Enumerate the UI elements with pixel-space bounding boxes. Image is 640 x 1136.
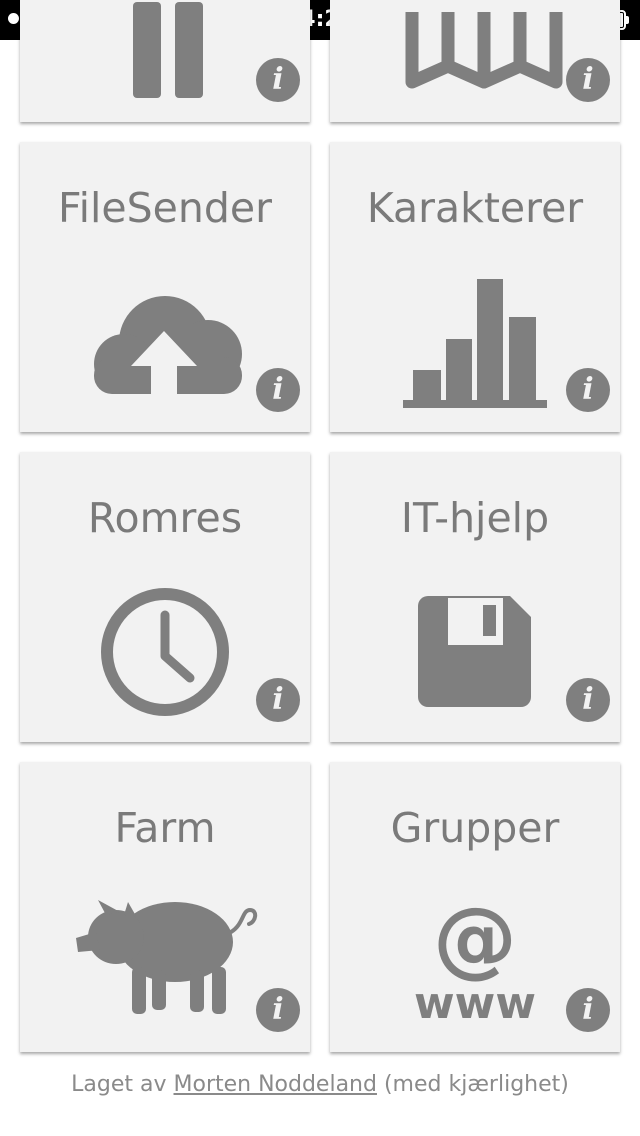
- app-tile-filesender[interactable]: FileSender i: [20, 142, 310, 432]
- author-link[interactable]: Morten Noddeland: [174, 1072, 377, 1097]
- app-tile-romres[interactable]: Romres i: [20, 452, 310, 742]
- footer-suffix: (med kjærlighet): [383, 1072, 569, 1097]
- app-tile-karakterer[interactable]: Karakterer i: [330, 142, 620, 432]
- info-icon[interactable]: i: [256, 368, 300, 412]
- info-icon[interactable]: i: [566, 678, 610, 722]
- app-tile-grupper[interactable]: Grupper @ www i: [330, 762, 620, 1052]
- svg-text:@: @: [433, 889, 517, 987]
- info-icon[interactable]: i: [256, 988, 300, 1032]
- info-icon[interactable]: i: [566, 988, 610, 1032]
- info-icon[interactable]: i: [566, 368, 610, 412]
- footer: Laget av Morten Noddeland (med kjærlighe…: [0, 1072, 640, 1097]
- app-tile-pause[interactable]: i: [20, 0, 310, 122]
- info-icon[interactable]: i: [256, 678, 300, 722]
- app-tile-it-hjelp[interactable]: IT-hjelp i: [330, 452, 620, 742]
- app-tile-map[interactable]: i: [330, 0, 620, 122]
- footer-prefix: Laget av: [71, 1072, 167, 1097]
- info-icon[interactable]: i: [256, 58, 300, 102]
- www-icon-text: www: [414, 978, 536, 1029]
- info-icon[interactable]: i: [566, 58, 610, 102]
- app-tile-farm[interactable]: Farm i: [20, 762, 310, 1052]
